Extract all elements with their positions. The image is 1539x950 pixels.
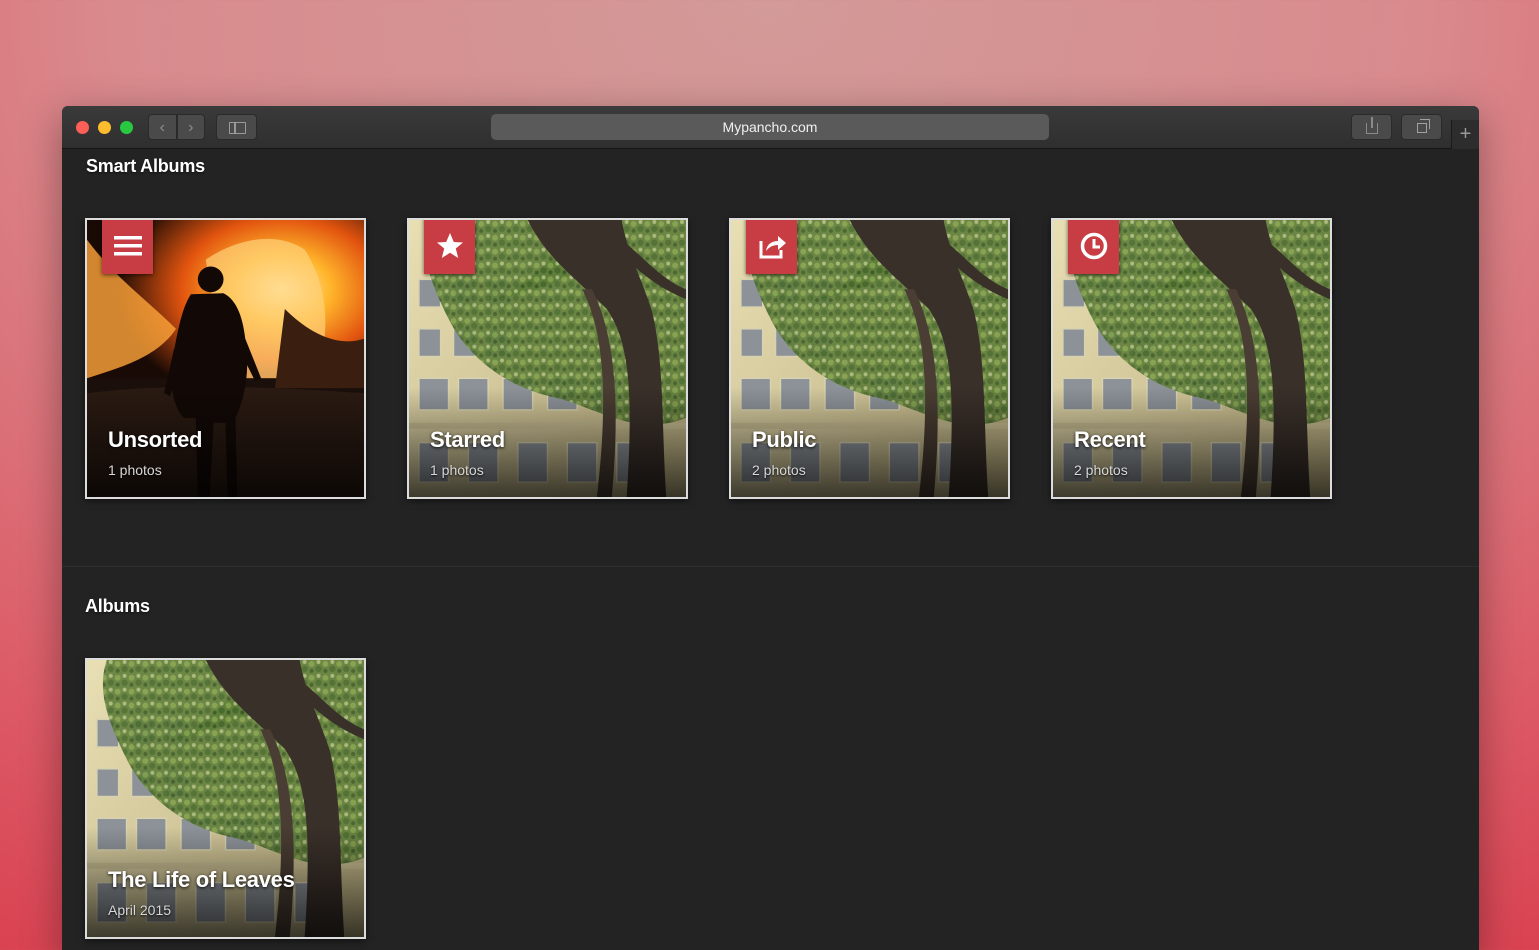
album-date: April 2015: [108, 902, 172, 918]
album-title: Recent: [1074, 427, 1146, 452]
album-card-starred[interactable]: Starred 1 photos: [407, 218, 688, 499]
smart-albums-heading: Smart Albums: [86, 156, 205, 176]
albums-heading: Albums: [85, 596, 150, 616]
sidebar-icon: [229, 122, 246, 134]
album-photo-count: 1 photos: [108, 462, 162, 478]
share-icon: [759, 236, 786, 259]
star-icon: [437, 233, 463, 258]
chevron-left-icon: ‹: [159, 119, 165, 136]
new-tab-button[interactable]: +: [1451, 120, 1479, 149]
browser-toolbar: ‹ › Mypancho.com +: [62, 106, 1479, 149]
zoom-window-button[interactable]: [120, 121, 133, 134]
tabs-overview-button[interactable]: [1401, 114, 1442, 140]
album-title: Starred: [430, 427, 505, 452]
share-badge: [746, 220, 797, 274]
album-title: Public: [752, 427, 817, 452]
browser-window: ‹ › Mypancho.com + Smart Albums Unsorted…: [62, 106, 1479, 950]
address-bar[interactable]: Mypancho.com: [491, 114, 1049, 140]
list-icon: [114, 236, 142, 256]
album-title: The Life of Leaves: [108, 867, 295, 892]
album-card-unsorted[interactable]: Unsorted 1 photos: [85, 218, 366, 499]
album-card-recent[interactable]: Recent 2 photos: [1051, 218, 1332, 499]
list-badge: [102, 220, 153, 274]
minimize-window-button[interactable]: [98, 121, 111, 134]
share-icon: [1366, 117, 1378, 134]
album-photo-count: 2 photos: [752, 462, 806, 478]
section-divider: [62, 566, 1479, 567]
star-badge: [424, 220, 475, 274]
sidebar-toggle-button[interactable]: [216, 114, 257, 140]
back-button[interactable]: ‹: [148, 114, 177, 140]
album-photo-count: 2 photos: [1074, 462, 1128, 478]
clock-badge: [1068, 220, 1119, 274]
clock-icon: [1080, 232, 1108, 260]
album-card-the-life-of-leaves[interactable]: The Life of Leaves April 2015: [85, 658, 366, 939]
album-photo-count: 1 photos: [430, 462, 484, 478]
history-nav: ‹ ›: [148, 114, 205, 140]
forward-button[interactable]: ›: [176, 114, 205, 140]
close-window-button[interactable]: [76, 121, 89, 134]
album-card-public[interactable]: Public 2 photos: [729, 218, 1010, 499]
share-button[interactable]: [1351, 114, 1392, 140]
album-title: Unsorted: [108, 427, 203, 452]
tabs-overview-icon: [1417, 119, 1430, 133]
page-content: Smart Albums Unsorted 1 photos Starred 1…: [62, 150, 1479, 950]
chevron-right-icon: ›: [188, 119, 194, 136]
